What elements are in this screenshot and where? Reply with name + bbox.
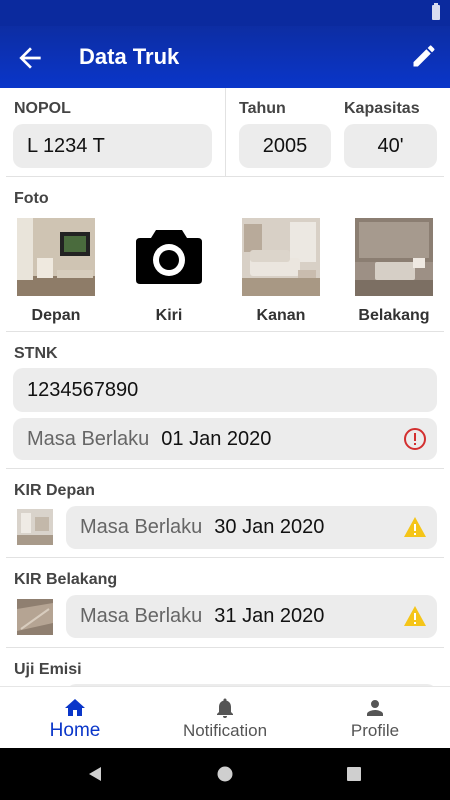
kapasitas-label: Kapasitas — [344, 100, 420, 117]
kir-belakang-validity-date: 31 Jan 2020 — [214, 605, 325, 627]
kir-belakang-validity-label: Masa Berlaku — [80, 605, 203, 627]
nav-home-label: Home — [49, 720, 101, 741]
kir-depan-validity-field[interactable]: Masa Berlaku 30 Jan 2020 — [66, 506, 437, 549]
kir-belakang-label: KIR Belakang — [14, 571, 118, 588]
nopol-field[interactable]: L 1234 T — [13, 124, 212, 168]
photo-kiri-camera-button[interactable] — [130, 218, 208, 296]
photo-depan[interactable] — [17, 218, 95, 296]
nav-profile[interactable]: Profile — [300, 687, 450, 749]
photo-caption-depan: Depan — [31, 307, 81, 324]
status-bar — [0, 0, 450, 26]
kapasitas-field[interactable]: 40' — [344, 124, 437, 168]
app-bar: Data Truk — [0, 26, 450, 88]
divider — [6, 647, 444, 648]
kir-depan-thumbnail[interactable] — [17, 509, 53, 545]
foto-label: Foto — [14, 190, 49, 207]
camera-icon — [136, 230, 202, 284]
truck-detail-content[interactable]: NOPOL L 1234 T Tahun 2005 Kapasitas 40' … — [0, 88, 450, 686]
recents-square-icon[interactable] — [346, 766, 362, 782]
warning-icon — [404, 606, 426, 626]
error-circle-icon — [404, 428, 426, 450]
nav-notification[interactable]: Notification — [150, 687, 300, 749]
kir-depan-validity-date: 30 Jan 2020 — [214, 516, 325, 538]
tahun-field[interactable]: 2005 — [239, 124, 331, 168]
room-photo-image — [17, 218, 95, 296]
document-photo-image — [17, 599, 53, 635]
photo-belakang[interactable] — [355, 218, 433, 296]
divider — [6, 176, 444, 177]
nopol-label: NOPOL — [14, 100, 71, 117]
person-icon — [367, 700, 383, 716]
vertical-divider — [225, 88, 226, 176]
stnk-validity-date: 01 Jan 2020 — [161, 427, 272, 450]
tahun-value: 2005 — [262, 134, 308, 157]
home-circle-icon[interactable] — [216, 765, 234, 783]
photo-caption-kanan: Kanan — [256, 307, 306, 324]
uji-emisi-label: Uji Emisi — [14, 661, 82, 678]
divider — [6, 468, 444, 469]
stnk-validity-label: Masa Berlaku — [27, 427, 150, 450]
kir-depan-label: KIR Depan — [14, 482, 95, 499]
tahun-label: Tahun — [239, 100, 286, 117]
photo-caption-kiri: Kiri — [155, 307, 183, 324]
nopol-value: L 1234 T — [27, 134, 105, 157]
photo-kanan[interactable] — [242, 218, 320, 296]
room-photo-image — [242, 218, 320, 296]
system-navigation-bar — [0, 748, 450, 800]
back-triangle-icon[interactable] — [86, 765, 104, 783]
arrow-back-icon[interactable] — [14, 42, 46, 74]
kapasitas-value: 40' — [377, 134, 404, 157]
nav-home[interactable]: Home — [0, 687, 150, 749]
bell-icon — [217, 698, 233, 718]
photo-caption-belakang: Belakang — [358, 307, 430, 324]
kir-belakang-validity-field[interactable]: Masa Berlaku 31 Jan 2020 — [66, 595, 437, 638]
home-icon — [65, 699, 85, 716]
battery-icon — [432, 3, 440, 20]
stnk-number: 1234567890 — [27, 378, 139, 401]
divider — [6, 557, 444, 558]
nav-notification-label: Notification — [182, 721, 268, 740]
room-photo-image — [355, 218, 433, 296]
stnk-validity-field[interactable]: Masa Berlaku 01 Jan 2020 — [13, 418, 437, 460]
stnk-label: STNK — [14, 345, 58, 362]
nav-profile-label: Profile — [350, 721, 400, 740]
bottom-navigation: Home Notification Profile — [0, 686, 450, 748]
stnk-number-field[interactable]: 1234567890 — [13, 368, 437, 412]
kir-belakang-thumbnail[interactable] — [17, 599, 53, 635]
document-photo-image — [17, 509, 53, 545]
pencil-icon[interactable] — [410, 42, 438, 70]
page-title: Data Truk — [79, 44, 180, 69]
divider — [6, 331, 444, 332]
kir-depan-validity-label: Masa Berlaku — [80, 516, 203, 538]
warning-icon — [404, 517, 426, 537]
